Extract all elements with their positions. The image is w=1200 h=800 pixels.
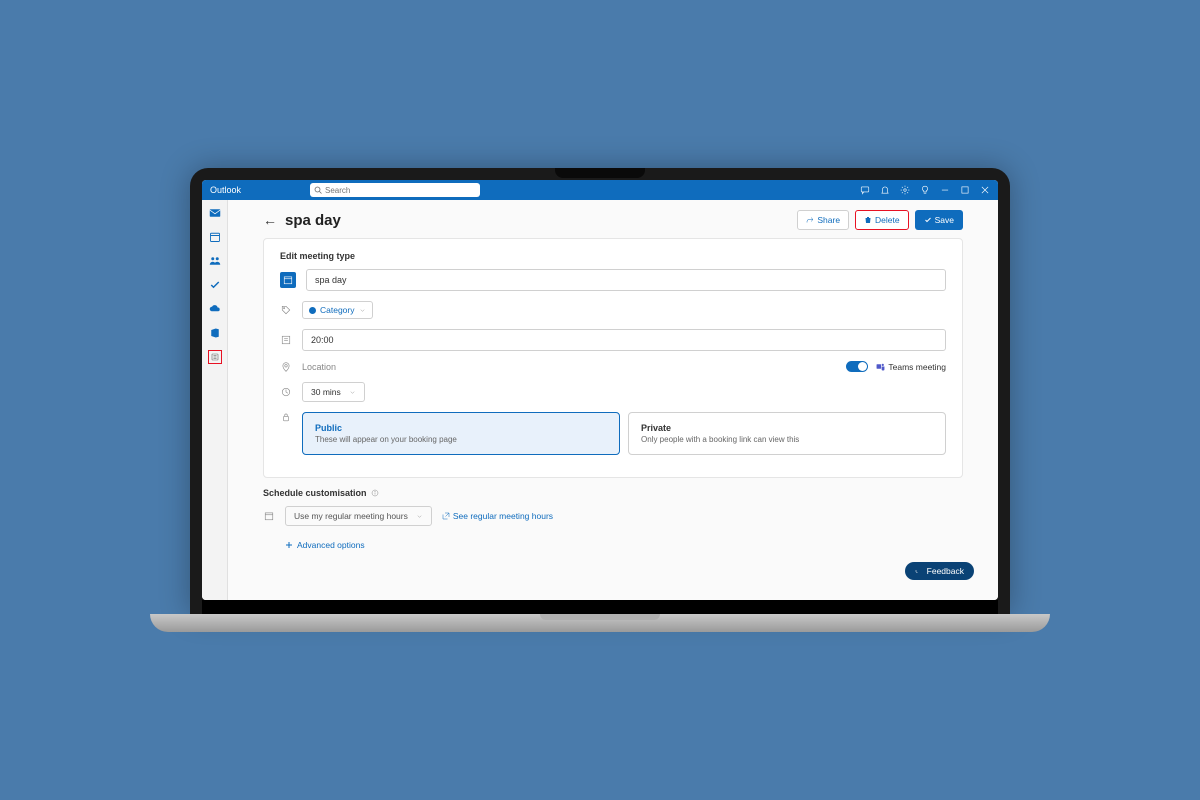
search-box[interactable] [310,183,480,197]
category-color-dot [309,307,316,314]
chat-icon[interactable] [860,185,870,195]
category-label: Category [320,305,355,315]
details-icon [280,335,292,345]
main-content: ← spa day Share Delete Save [228,200,998,600]
search-icon [314,186,322,194]
gear-icon[interactable] [900,185,910,195]
visibility-icon [280,412,292,422]
search-input[interactable] [325,186,476,195]
chevron-down-icon [359,307,366,314]
titlebar: Outlook [202,180,998,200]
delete-button[interactable]: Delete [855,210,909,230]
page-title: spa day [285,212,797,229]
outlook-window: Outlook [202,180,998,600]
close-icon[interactable] [980,185,990,195]
schedule-hours-select[interactable]: Use my regular meeting hours [285,506,432,526]
clock-icon [280,387,292,397]
category-selector[interactable]: Category [302,301,373,319]
save-button[interactable]: Save [915,210,963,230]
info-icon [371,489,379,497]
megaphone-icon [915,567,923,575]
teams-label: Teams meeting [876,362,946,372]
time-input[interactable] [302,329,946,351]
private-desc: Only people with a booking link can view… [641,435,933,444]
sidebar [202,200,228,600]
visibility-private[interactable]: Private Only people with a booking link … [628,412,946,455]
public-title: Public [315,423,607,433]
teams-icon [876,362,885,371]
location-input[interactable]: Location [302,362,838,372]
minimize-icon[interactable] [940,185,950,195]
todo-icon[interactable] [208,278,222,292]
teams-toggle[interactable] [846,361,868,372]
bell-icon[interactable] [880,185,890,195]
public-desc: These will appear on your booking page [315,435,607,444]
share-icon [806,216,814,224]
duration-select[interactable]: 30 mins [302,382,365,402]
chevron-down-icon [349,389,356,396]
onedrive-icon[interactable] [208,302,222,316]
event-icon [280,272,296,288]
app-name: Outlook [210,185,310,195]
chevron-down-icon [416,513,423,520]
private-title: Private [641,423,933,433]
edit-meeting-card: Edit meeting type Category [263,238,963,478]
external-link-icon [442,512,450,520]
maximize-icon[interactable] [960,185,970,195]
duration-value: 30 mins [311,387,341,397]
feedback-button[interactable]: Feedback [905,562,974,580]
share-label: Share [817,215,840,225]
share-button[interactable]: Share [797,210,849,230]
trash-icon [864,216,872,224]
delete-label: Delete [875,215,900,225]
mail-icon[interactable] [208,206,222,220]
advanced-options-button[interactable]: Advanced options [285,540,365,550]
lightbulb-icon[interactable] [920,185,930,195]
plus-icon [285,541,293,549]
save-label: Save [935,215,954,225]
meeting-name-input[interactable] [306,269,946,291]
schedule-icon [263,511,275,521]
tag-icon [280,305,292,315]
regular-hours-link[interactable]: See regular meeting hours [442,511,553,521]
office-icon[interactable] [208,326,222,340]
bookings-icon[interactable] [208,350,222,364]
section-schedule-title: Schedule customisation [263,488,963,498]
location-icon [280,362,292,372]
back-arrow-icon[interactable]: ← [263,212,277,228]
check-icon [924,216,932,224]
people-icon[interactable] [208,254,222,268]
section-edit-title: Edit meeting type [280,251,946,261]
visibility-public[interactable]: Public These will appear on your booking… [302,412,620,455]
schedule-select-value: Use my regular meeting hours [294,511,408,521]
calendar-icon[interactable] [208,230,222,244]
